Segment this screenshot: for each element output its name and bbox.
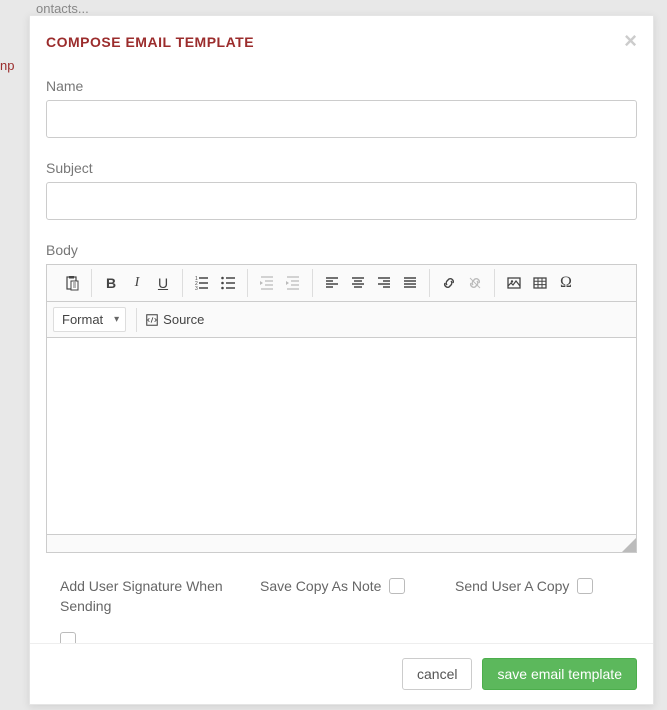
outdent-icon xyxy=(254,271,280,295)
source-icon xyxy=(145,313,159,327)
italic-icon[interactable]: I xyxy=(124,271,150,295)
bg-text: ontacts... xyxy=(36,1,89,16)
table-icon[interactable] xyxy=(527,271,553,295)
format-dropdown-label: Format xyxy=(62,312,103,327)
send-copy-label: Send User A Copy xyxy=(455,577,569,597)
body-label: Body xyxy=(46,242,637,258)
compose-email-template-modal: COMPOSE EMAIL TEMPLATE × Name Subject Bo… xyxy=(29,15,654,705)
editor-content-area[interactable] xyxy=(47,338,636,534)
align-justify-icon[interactable] xyxy=(397,271,423,295)
source-label: Source xyxy=(163,312,204,327)
editor-toolbar-row2: Format Source xyxy=(47,302,636,338)
editor-toolbar: B I U 123 xyxy=(47,265,636,302)
bold-icon[interactable]: B xyxy=(98,271,124,295)
close-button[interactable]: × xyxy=(624,30,637,52)
cancel-button[interactable]: cancel xyxy=(402,658,472,690)
copy-note-label: Save Copy As Note xyxy=(260,577,381,597)
subject-input[interactable] xyxy=(46,182,637,220)
modal-title: COMPOSE EMAIL TEMPLATE xyxy=(46,34,637,50)
name-input[interactable] xyxy=(46,100,637,138)
options-row: Add User Signature When Sending Save Cop… xyxy=(46,577,637,648)
unlink-icon xyxy=(462,271,488,295)
svg-text:3: 3 xyxy=(195,286,198,291)
bg-text: np xyxy=(0,58,14,73)
source-button[interactable]: Source xyxy=(136,308,212,332)
image-icon[interactable] xyxy=(501,271,527,295)
send-copy-checkbox[interactable] xyxy=(577,578,593,594)
bullet-list-icon[interactable] xyxy=(215,271,241,295)
underline-icon[interactable]: U xyxy=(150,271,176,295)
subject-label: Subject xyxy=(46,160,637,176)
align-center-icon[interactable] xyxy=(345,271,371,295)
special-char-icon[interactable]: Ω xyxy=(553,271,579,295)
indent-icon xyxy=(280,271,306,295)
paste-icon[interactable] xyxy=(59,271,85,295)
format-dropdown[interactable]: Format xyxy=(53,307,126,332)
resize-handle[interactable] xyxy=(622,538,636,552)
rich-text-editor: B I U 123 xyxy=(46,264,637,553)
editor-footer xyxy=(47,534,636,552)
signature-label: Add User Signature When Sending xyxy=(60,577,260,616)
save-email-template-button[interactable]: save email template xyxy=(482,658,637,690)
align-left-icon[interactable] xyxy=(319,271,345,295)
modal-footer: cancel save email template xyxy=(30,643,653,704)
numbered-list-icon[interactable]: 123 xyxy=(189,271,215,295)
align-right-icon[interactable] xyxy=(371,271,397,295)
link-icon[interactable] xyxy=(436,271,462,295)
name-label: Name xyxy=(46,78,637,94)
copy-note-checkbox[interactable] xyxy=(389,578,405,594)
